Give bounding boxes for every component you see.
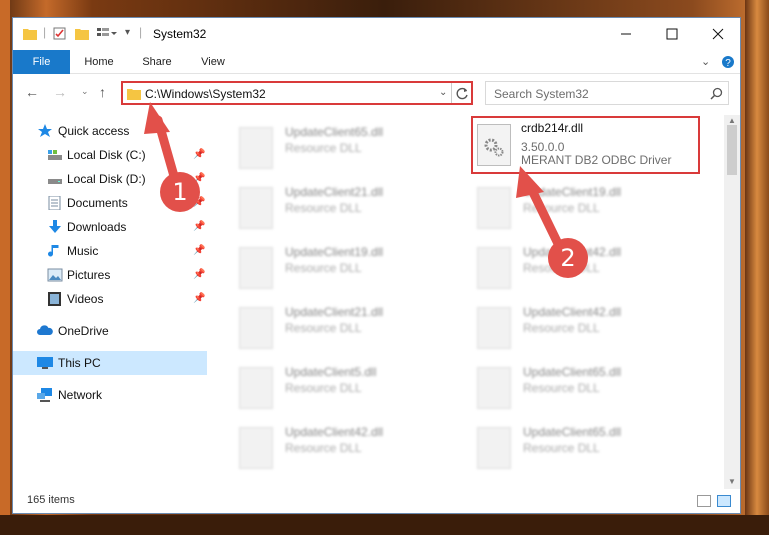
step-badge-1: 1 [160, 172, 200, 212]
annotation-arrowhead-2 [516, 166, 544, 198]
annotation-arrowhead-1 [144, 102, 170, 134]
step-badge-2: 2 [548, 238, 588, 278]
annotation-layer [144, 102, 570, 263]
